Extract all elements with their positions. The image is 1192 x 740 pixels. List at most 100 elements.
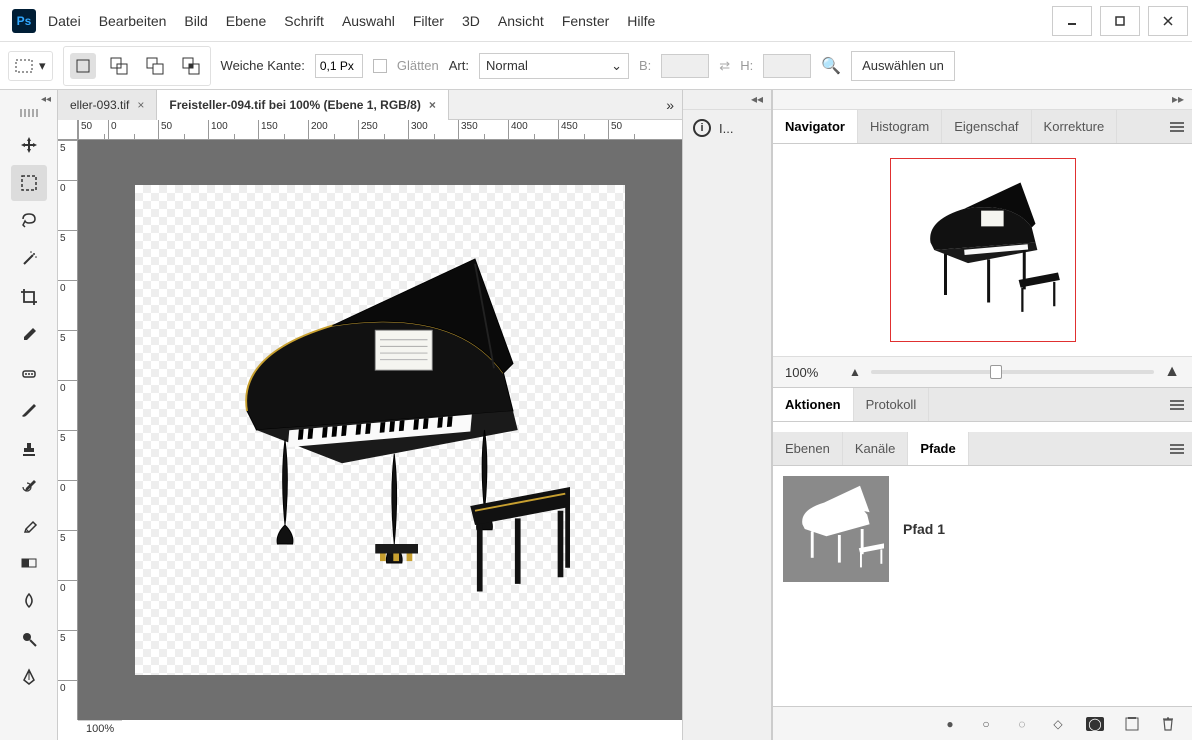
ruler-tick: 0 [60, 683, 66, 694]
search-icon[interactable]: 🔍 [821, 56, 841, 76]
actions-panel-tabs: Aktionen Protokoll [773, 388, 1192, 422]
lasso-tool[interactable] [11, 203, 47, 239]
document-tab-1[interactable]: eller-093.tif × [58, 90, 157, 120]
stroke-path-button[interactable]: ○ [978, 716, 994, 732]
info-panel-button[interactable]: i I... [683, 110, 771, 146]
menu-window[interactable]: Fenster [562, 13, 609, 29]
panel-grip[interactable] [9, 109, 49, 119]
titlebar: Ps Datei Bearbeiten Bild Ebene Schrift A… [0, 0, 1192, 42]
dodge-tool[interactable] [11, 621, 47, 657]
menu-file[interactable]: Datei [48, 13, 81, 29]
panel-menu-button[interactable] [1162, 388, 1192, 421]
ruler-tick: 0 [60, 383, 66, 394]
eraser-tool[interactable] [11, 507, 47, 543]
menu-3d[interactable]: 3D [462, 13, 480, 29]
tab-title: eller-093.tif [70, 98, 129, 112]
ruler-tick: 0 [111, 121, 117, 132]
canvas[interactable] [135, 185, 625, 675]
close-icon[interactable]: × [137, 98, 144, 112]
ruler-tick: 0 [60, 583, 66, 594]
magic-wand-tool[interactable] [11, 241, 47, 277]
delete-path-button[interactable] [1160, 716, 1176, 732]
main-menu: Datei Bearbeiten Bild Ebene Schrift Ausw… [48, 13, 1048, 29]
tool-preset-picker[interactable]: ▾ [8, 51, 53, 81]
slider-knob[interactable] [990, 365, 1002, 379]
add-selection-button[interactable] [106, 53, 132, 79]
ruler-tick: 150 [261, 121, 278, 132]
history-brush-tool[interactable] [11, 469, 47, 505]
tab-histogram[interactable]: Histogram [858, 110, 942, 143]
style-select[interactable]: Normal ⌄ [479, 53, 629, 79]
ruler-origin[interactable] [58, 120, 78, 140]
menu-help[interactable]: Hilfe [627, 13, 655, 29]
tab-actions[interactable]: Aktionen [773, 388, 854, 421]
move-tool[interactable] [11, 127, 47, 163]
document-tab-2[interactable]: Freisteller-094.tif bei 100% (Ebene 1, R… [157, 90, 448, 120]
selection-to-path-button[interactable]: ◇ [1050, 716, 1066, 732]
tab-navigator[interactable]: Navigator [773, 110, 858, 143]
tab-paths[interactable]: Pfade [908, 432, 968, 465]
menu-select[interactable]: Auswahl [342, 13, 395, 29]
navigator-thumbnail[interactable] [890, 158, 1076, 342]
tabs-overflow-button[interactable]: » [666, 97, 674, 113]
panel-menu-button[interactable] [1162, 432, 1192, 465]
menu-layer[interactable]: Ebene [226, 13, 266, 29]
marquee-tool[interactable] [11, 165, 47, 201]
path-name[interactable]: Pfad 1 [903, 521, 945, 537]
fill-path-button[interactable]: ● [942, 716, 958, 732]
new-path-button[interactable] [1124, 716, 1140, 732]
ruler-tick: 450 [561, 121, 578, 132]
intersect-selection-button[interactable] [178, 53, 204, 79]
gradient-tool[interactable] [11, 545, 47, 581]
tab-adjustments[interactable]: Korrekture [1032, 110, 1118, 143]
ruler-tick: 5 [60, 143, 66, 154]
zoom-out-icon[interactable]: ▲ [849, 365, 861, 379]
canvas-viewport[interactable] [78, 140, 682, 720]
panel-menu-button[interactable] [1162, 110, 1192, 143]
stamp-tool[interactable] [11, 431, 47, 467]
healing-brush-tool[interactable] [11, 355, 47, 391]
close-button[interactable] [1148, 6, 1188, 36]
eyedropper-tool[interactable] [11, 317, 47, 353]
zoom-level[interactable]: 100% [86, 723, 114, 735]
ruler-tick: 5 [60, 533, 66, 544]
zoom-in-icon[interactable]: ▲ [1164, 363, 1180, 381]
zoom-slider[interactable] [871, 370, 1154, 374]
feather-input[interactable] [315, 54, 363, 78]
menu-edit[interactable]: Bearbeiten [99, 13, 167, 29]
new-selection-button[interactable] [70, 53, 96, 79]
add-mask-button[interactable]: ◯ [1086, 717, 1104, 731]
navigator-zoom-value[interactable]: 100% [785, 365, 839, 380]
antialias-label: Glätten [397, 58, 439, 73]
ruler-horizontal[interactable]: 50 0 50 100 150 200 250 300 350 400 450 … [78, 120, 682, 140]
collapsed-panel-collapse[interactable]: ◂◂ [683, 90, 771, 110]
crop-tool[interactable] [11, 279, 47, 315]
panels-collapse[interactable]: ▸▸ [773, 90, 1192, 110]
close-icon[interactable]: × [429, 98, 436, 112]
select-mask-button[interactable]: Auswählen un [851, 51, 955, 81]
tools-collapse-icon[interactable]: ◂◂ [41, 94, 51, 105]
brush-tool[interactable] [11, 393, 47, 429]
menu-view[interactable]: Ansicht [498, 13, 544, 29]
menu-image[interactable]: Bild [184, 13, 207, 29]
tab-history[interactable]: Protokoll [854, 388, 930, 421]
swap-icon[interactable]: ⇄ [719, 58, 730, 74]
menu-filter[interactable]: Filter [413, 13, 444, 29]
path-thumbnail [783, 476, 889, 582]
menu-type[interactable]: Schrift [284, 13, 324, 29]
ruler-tick: 0 [60, 183, 66, 194]
window-controls [1048, 2, 1192, 40]
blur-tool[interactable] [11, 583, 47, 619]
maximize-button[interactable] [1100, 6, 1140, 36]
minimize-button[interactable] [1052, 6, 1092, 36]
hamburger-icon [1170, 122, 1184, 132]
pen-tool[interactable] [11, 659, 47, 695]
tab-layers[interactable]: Ebenen [773, 432, 843, 465]
tab-channels[interactable]: Kanäle [843, 432, 908, 465]
path-row[interactable]: Pfad 1 [783, 476, 1182, 582]
ruler-vertical[interactable]: 5 0 5 0 5 0 5 0 5 0 5 0 [58, 140, 78, 720]
tab-properties[interactable]: Eigenschaf [942, 110, 1031, 143]
path-to-selection-button[interactable]: ◌ [1014, 716, 1030, 732]
subtract-selection-button[interactable] [142, 53, 168, 79]
antialias-checkbox[interactable] [373, 59, 387, 73]
